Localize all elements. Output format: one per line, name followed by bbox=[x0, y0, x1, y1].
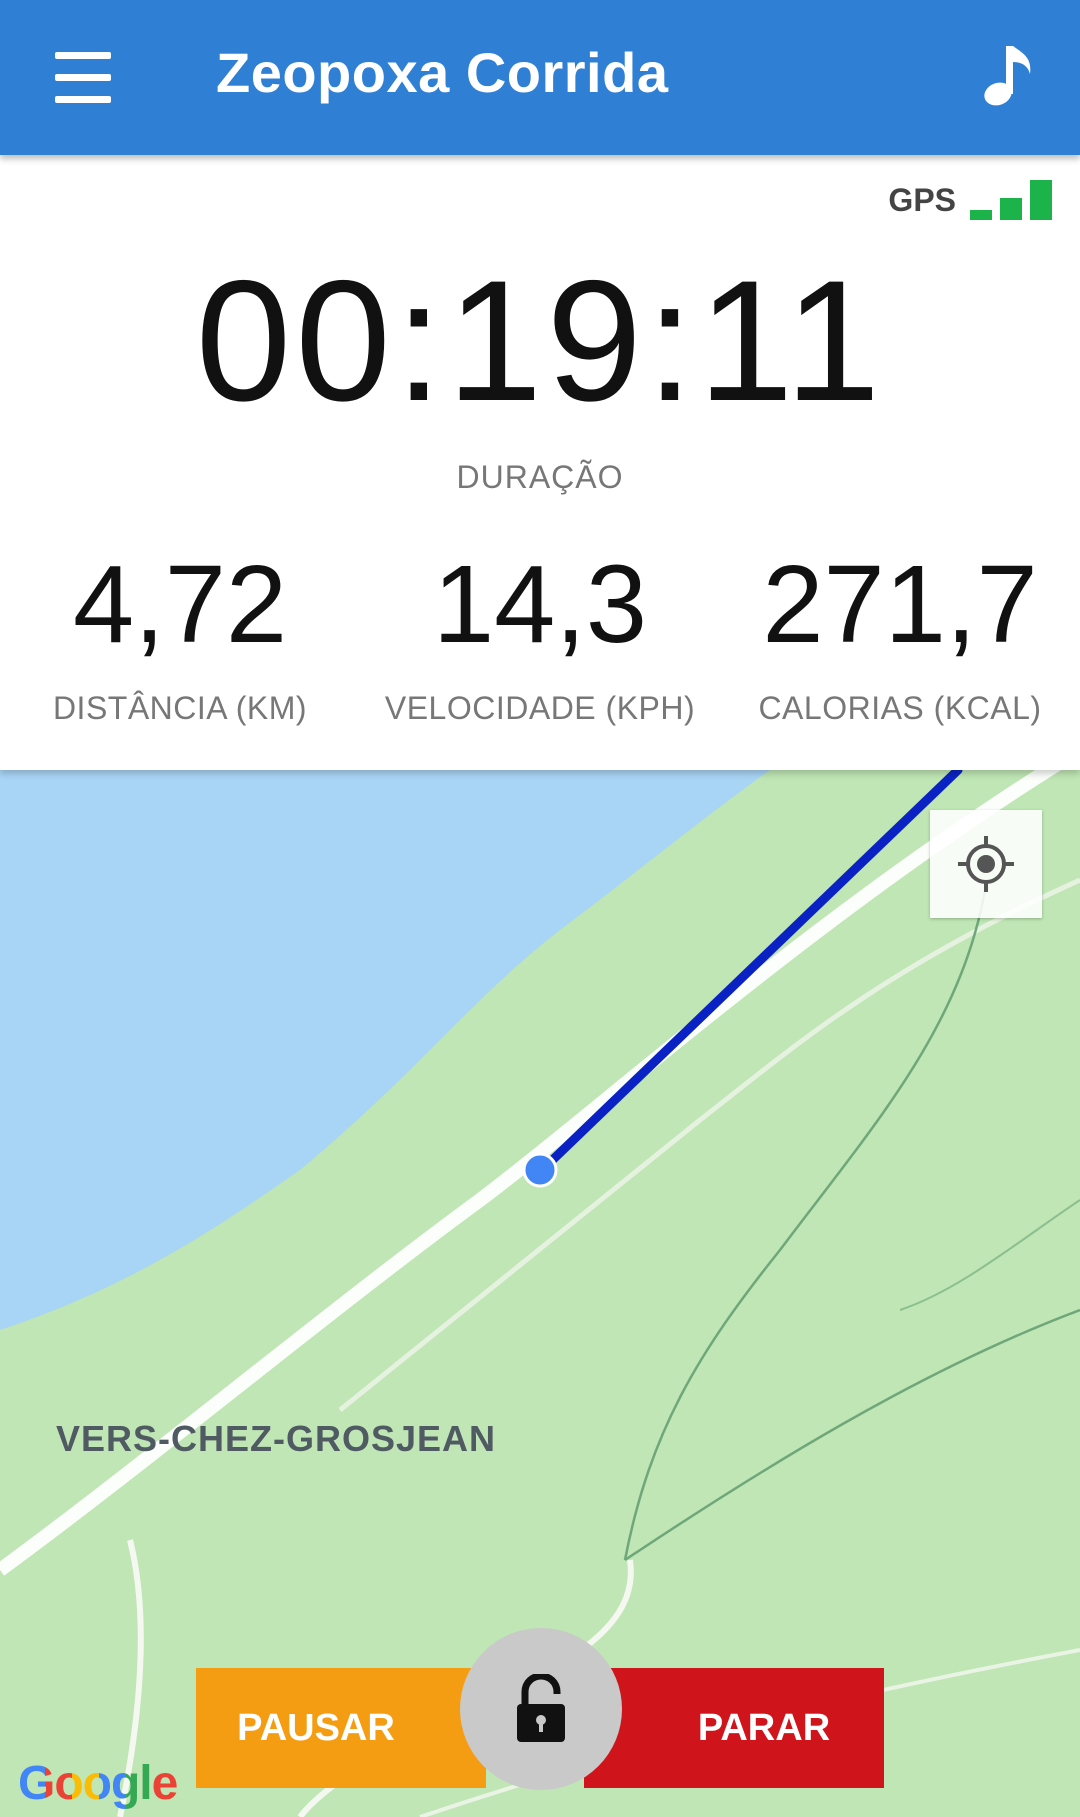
app-screen: Zeopoxa Corrida GPS 00:19:11 DURAÇÃO 4,7… bbox=[0, 0, 1080, 1817]
trail bbox=[623, 889, 987, 1561]
app-bar: Zeopoxa Corrida bbox=[0, 0, 1080, 155]
lock-button[interactable] bbox=[460, 1628, 622, 1790]
duration-value: 00:19:11 bbox=[195, 245, 885, 437]
calories-label: CALORIAS (KCAL) bbox=[758, 690, 1042, 726]
distance-metric: 4,72 DISTÂNCIA (KM) bbox=[0, 550, 360, 727]
gps-signal-icon bbox=[970, 178, 1054, 222]
lake-water bbox=[0, 770, 770, 1330]
distance-label: DISTÂNCIA (KM) bbox=[52, 690, 308, 726]
speed-metric: 14,3 VELOCIDADE (KPH) bbox=[360, 550, 720, 727]
trail bbox=[899, 1199, 1080, 1311]
my-location-icon[interactable] bbox=[930, 810, 1042, 918]
speed-label: VELOCIDADE (KPH) bbox=[384, 690, 696, 726]
app-title: Zeopoxa Corrida bbox=[216, 41, 669, 104]
gps-indicator: GPS bbox=[888, 175, 1054, 225]
distance-value: 4,72 bbox=[72, 543, 288, 666]
gps-label: GPS bbox=[888, 181, 956, 218]
duration-label: DURAÇÃO bbox=[456, 459, 624, 495]
hamburger-menu-icon[interactable] bbox=[50, 48, 116, 108]
pause-button[interactable]: PAUSAR bbox=[196, 1668, 486, 1788]
current-position-dot bbox=[522, 1152, 558, 1188]
unlocked-padlock-icon bbox=[517, 1674, 565, 1742]
music-note-icon[interactable] bbox=[976, 40, 1046, 110]
place-label: VERS-CHEZ-GROSJEAN bbox=[56, 1418, 497, 1459]
speed-value: 14,3 bbox=[432, 543, 648, 666]
calories-metric: 271,7 CALORIAS (KCAL) bbox=[720, 550, 1080, 727]
workout-controls: PAUSAR PARAR bbox=[196, 1628, 884, 1790]
calories-value: 271,7 bbox=[762, 543, 1038, 666]
stop-button[interactable]: PARAR bbox=[584, 1668, 884, 1788]
stats-panel: GPS 00:19:11 DURAÇÃO 4,72 DISTÂNCIA (KM)… bbox=[0, 155, 1080, 770]
google-logo-text: Google bbox=[18, 1757, 178, 1810]
google-attribution: Google bbox=[18, 1756, 178, 1811]
trail bbox=[624, 1308, 1080, 1562]
